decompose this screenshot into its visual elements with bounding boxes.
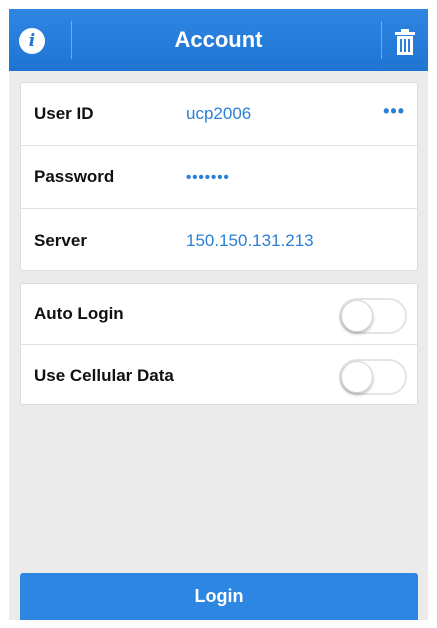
trash-icon[interactable]: [394, 29, 416, 55]
toggle-knob: [341, 300, 373, 332]
cellular-data-toggle[interactable]: [339, 359, 407, 395]
info-icon[interactable]: i: [19, 28, 45, 54]
password-label: Password: [34, 167, 115, 186]
cellular-data-row: Use Cellular Data: [21, 345, 417, 406]
app-screen: i Account User ID ucp2006 ••• Password •…: [9, 9, 428, 620]
options-group: Auto Login Use Cellular Data: [20, 283, 418, 405]
page-title: Account: [174, 27, 263, 52]
password-row[interactable]: Password •••••••: [21, 146, 417, 209]
nav-divider: [381, 21, 382, 59]
user-id-row[interactable]: User ID ucp2006 •••: [21, 83, 417, 146]
password-field[interactable]: •••••••: [186, 169, 230, 186]
toggle-knob: [341, 361, 373, 393]
cellular-data-label: Use Cellular Data: [34, 365, 174, 385]
server-row[interactable]: Server 150.150.131.213: [21, 209, 417, 272]
server-field[interactable]: 150.150.131.213: [186, 231, 314, 251]
auto-login-label: Auto Login: [34, 304, 124, 323]
login-button[interactable]: Login: [20, 573, 418, 620]
user-id-field[interactable]: ucp2006: [186, 104, 251, 124]
nav-bar: i Account: [9, 9, 428, 71]
auto-login-row: Auto Login: [21, 284, 417, 345]
auto-login-toggle[interactable]: [339, 298, 407, 334]
more-dots-icon[interactable]: •••: [383, 101, 405, 122]
server-label: Server: [34, 230, 87, 250]
account-fields-group: User ID ucp2006 ••• Password ••••••• Ser…: [20, 82, 418, 271]
nav-divider: [71, 21, 72, 59]
user-id-label: User ID: [34, 104, 94, 123]
